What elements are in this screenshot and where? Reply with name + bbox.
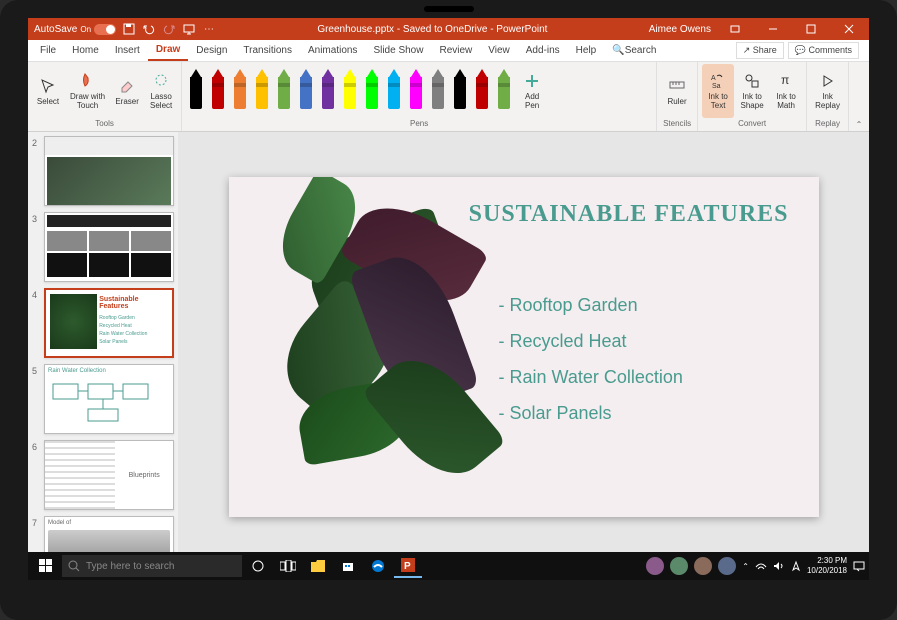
select-tool[interactable]: Select [32,64,64,118]
notifications-icon[interactable] [853,560,865,572]
pen-3[interactable] [253,69,271,113]
pen-10[interactable] [407,69,425,113]
collapse-ribbon-icon[interactable]: ⌃ [856,120,863,129]
slide-title: SUSTAINABLE FEATURES [469,201,789,228]
explorer-icon[interactable] [304,554,332,578]
ink-replay-button[interactable]: Ink Replay [811,64,844,118]
volume-icon[interactable] [773,561,785,571]
autosave-label: AutoSave [34,24,77,35]
svg-text:P: P [404,561,411,572]
ink-to-math-button[interactable]: π Ink to Math [770,64,802,118]
slide-canvas[interactable]: SUSTAINABLE FEATURES - Rooftop Garden - … [229,177,819,517]
minimize-icon[interactable] [759,18,787,40]
doc-title: Greenhouse.pptx - Saved to OneDrive - Po… [216,24,649,35]
user-avatar[interactable] [670,557,688,575]
tray-up-icon[interactable]: ⌃ [742,562,749,571]
pen-8[interactable] [363,69,381,113]
tray-clock[interactable]: 2:30 PM 10/20/2018 [807,556,847,575]
slide-list: - Rooftop Garden - Recycled Heat - Rain … [499,287,759,431]
undo-icon[interactable] [142,22,156,36]
search-box[interactable]: 🔍 Search [604,40,664,61]
plant-image [249,187,529,507]
cortana-icon[interactable] [244,554,272,578]
ink-to-text-button[interactable]: ASa Ink to Text [702,64,734,118]
tab-insert[interactable]: Insert [107,40,148,61]
pen-14[interactable] [495,69,513,113]
tab-slideshow[interactable]: Slide Show [365,40,431,61]
wifi-icon[interactable] [755,561,767,571]
pen-0[interactable] [187,69,205,113]
present-icon[interactable] [182,22,196,36]
convert-group-label: Convert [702,118,802,129]
edge-icon[interactable] [364,554,392,578]
close-icon[interactable] [835,18,863,40]
stencils-group-label: Stencils [661,118,693,129]
powerpoint-icon[interactable]: P [394,554,422,578]
tab-home[interactable]: Home [64,40,107,61]
thumbnail-2[interactable] [44,136,174,206]
tab-transitions[interactable]: Transitions [235,40,300,61]
store-icon[interactable] [334,554,362,578]
user-name[interactable]: Aimee Owens [649,24,711,35]
pen-5[interactable] [297,69,315,113]
pen-11[interactable] [429,69,447,113]
pen-4[interactable] [275,69,293,113]
redo-icon[interactable] [162,22,176,36]
tab-design[interactable]: Design [188,40,235,61]
pen-9[interactable] [385,69,403,113]
share-button[interactable]: ↗ Share [736,42,784,59]
ink-to-shape-button[interactable]: Ink to Shape [736,64,768,118]
thumbnail-6[interactable]: Blueprints [44,440,174,510]
svg-text:A: A [711,75,716,82]
thumbnail-3[interactable] [44,212,174,282]
search-icon [68,560,80,572]
autosave-state: On [80,25,91,34]
replay-group-label: Replay [811,118,844,129]
ribbon-display-icon[interactable] [721,18,749,40]
pen-tray-icon[interactable] [791,560,801,572]
pen-7[interactable] [341,69,359,113]
thumbnail-4[interactable]: Sustainable FeaturesRooftop GardenRecycl… [44,288,174,358]
draw-touch-tool[interactable]: Draw with Touch [66,64,109,118]
tab-view[interactable]: View [480,40,518,61]
user-avatar[interactable] [718,557,736,575]
user-avatar[interactable] [646,557,664,575]
start-button[interactable] [32,554,60,578]
pen-12[interactable] [451,69,469,113]
taskbar-search[interactable]: Type here to search [62,555,242,577]
pen-2[interactable] [231,69,249,113]
more-icon[interactable]: ⋯ [202,22,216,36]
tab-draw[interactable]: Draw [148,40,188,61]
svg-text:π: π [781,73,789,87]
add-pen-button[interactable]: Add Pen [516,64,548,118]
ruler-button[interactable]: Ruler [661,64,693,118]
lasso-tool[interactable]: Lasso Select [145,64,177,118]
pen-1[interactable] [209,69,227,113]
tab-addins[interactable]: Add-ins [518,40,568,61]
tab-animations[interactable]: Animations [300,40,365,61]
comments-button[interactable]: 💬 Comments [788,42,859,59]
tab-file[interactable]: File [32,40,64,61]
eraser-tool[interactable]: Eraser [111,64,143,118]
user-avatar[interactable] [694,557,712,575]
pen-6[interactable] [319,69,337,113]
save-icon[interactable] [122,22,136,36]
tab-help[interactable]: Help [568,40,605,61]
pen-13[interactable] [473,69,491,113]
maximize-icon[interactable] [797,18,825,40]
taskview-icon[interactable] [274,554,302,578]
tools-group-label: Tools [32,118,177,129]
svg-text:Sa: Sa [712,83,721,90]
pens-group-label: Pens [186,118,652,129]
autosave-toggle[interactable]: AutoSave On [34,24,116,35]
tab-review[interactable]: Review [431,40,480,61]
thumbnail-5[interactable]: Rain Water Collection [44,364,174,434]
